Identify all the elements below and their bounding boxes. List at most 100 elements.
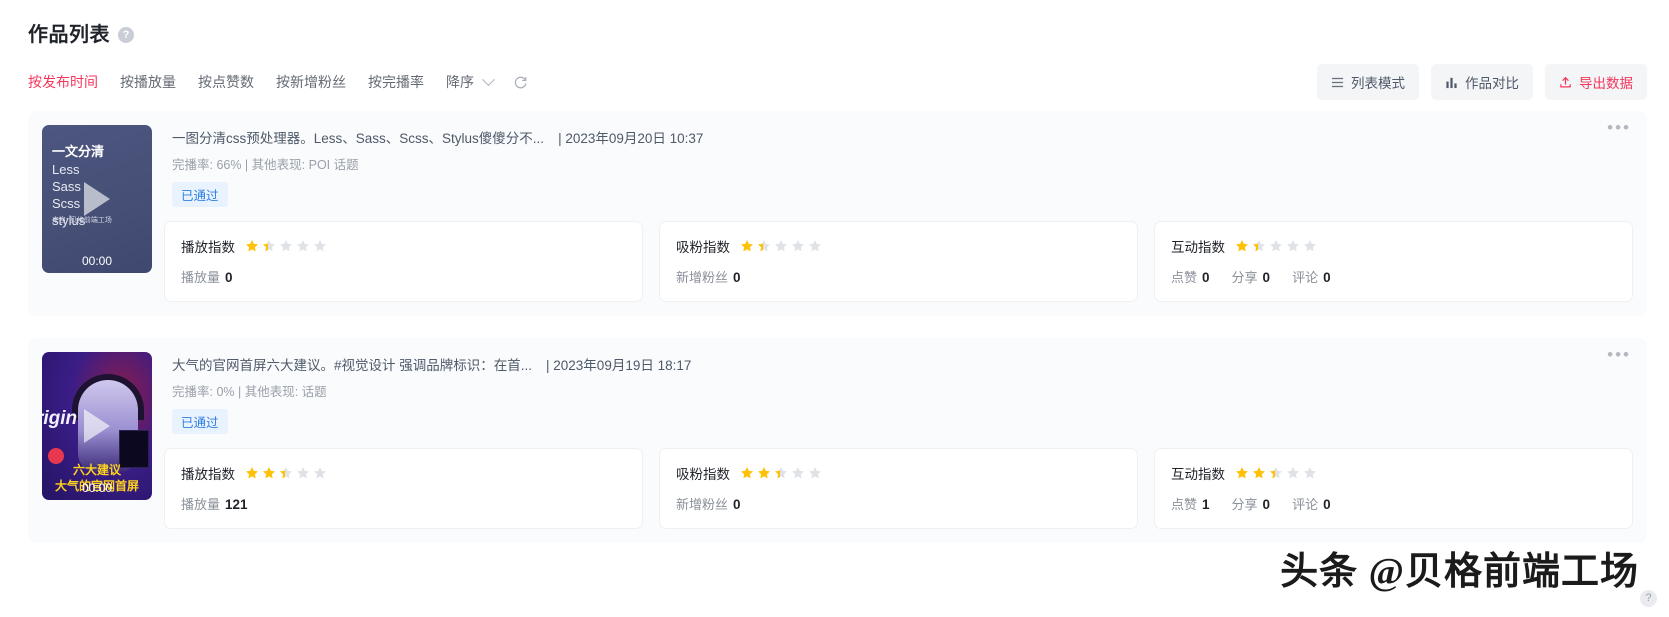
metric-value-number: 0 <box>1202 270 1210 285</box>
metric-label: 播放指数 <box>181 240 235 255</box>
star-icon <box>313 466 327 480</box>
thumbnail-caption-1: 六大建议 <box>72 463 121 477</box>
sort-order-dropdown[interactable]: 降序 <box>446 72 495 92</box>
star-icon <box>262 239 276 253</box>
upload-icon <box>1559 76 1572 89</box>
more-options-icon[interactable]: ••• <box>1607 346 1631 363</box>
metric-values: 点赞 1 分享 0 评论 0 <box>1171 494 1616 513</box>
metric-label: 播放指数 <box>181 467 235 482</box>
metric-header: 吸粉指数 <box>676 463 1121 483</box>
metric-value: 点赞 0 <box>1171 267 1210 286</box>
star-icon <box>245 239 259 253</box>
metric-panel: 互动指数 点赞 1 分享 0 评论 0 <box>1154 448 1633 529</box>
star-icon <box>245 466 259 480</box>
metric-value-number: 0 <box>733 270 741 285</box>
star-icon <box>774 466 788 480</box>
filter-tab-4[interactable]: 按完播率 <box>368 72 424 92</box>
refresh-button[interactable] <box>513 75 528 90</box>
star-icon <box>740 239 754 253</box>
star-icon <box>1286 239 1300 253</box>
metric-panel: 吸粉指数 新增粉丝 0 <box>659 448 1138 529</box>
filter-tab-3[interactable]: 按新增粉丝 <box>276 72 346 92</box>
more-options-icon[interactable]: ••• <box>1607 119 1631 136</box>
toolbar: 按发布时间 按播放量 按点赞数 按新增粉丝 按完播率 降序 列表模式 作品对比 … <box>0 59 1669 105</box>
star-icon <box>262 466 276 480</box>
export-data-button[interactable]: 导出数据 <box>1545 64 1647 100</box>
metric-value: 新增粉丝 0 <box>676 494 741 513</box>
metric-value: 分享 0 <box>1232 494 1271 513</box>
filter-tab-1[interactable]: 按播放量 <box>120 72 176 92</box>
metric-value-number: 0 <box>1323 270 1331 285</box>
metric-value: 分享 0 <box>1232 267 1271 286</box>
toolbar-actions: 列表模式 作品对比 导出数据 <box>1317 64 1647 100</box>
rating-stars <box>245 466 327 480</box>
video-thumbnail[interactable]: rigin 六大建议 大气的官网首屏 00:00 <box>42 352 152 500</box>
thumbnail-source: 来自: 贝格前端工场 <box>52 217 112 224</box>
refresh-icon <box>513 75 528 90</box>
metric-panel: 播放指数 播放量 0 <box>164 221 643 302</box>
list-mode-label: 列表模式 <box>1351 76 1405 91</box>
rating-stars <box>740 239 822 253</box>
metric-value-label: 播放量 <box>181 497 221 512</box>
star-icon <box>1286 466 1300 480</box>
star-icon <box>1303 466 1317 480</box>
page-title: 作品列表 <box>28 24 110 46</box>
rating-stars <box>740 466 822 480</box>
metric-header: 互动指数 <box>1171 463 1616 483</box>
star-icon <box>774 239 788 253</box>
metric-value-number: 1 <box>1202 497 1210 512</box>
star-icon <box>1252 239 1266 253</box>
star-icon <box>740 466 754 480</box>
metric-values: 新增粉丝 0 <box>676 267 1121 286</box>
star-icon <box>313 239 327 253</box>
sort-order-label: 降序 <box>446 74 474 90</box>
metric-values: 点赞 0 分享 0 评论 0 <box>1171 267 1616 286</box>
star-icon <box>808 239 822 253</box>
work-title[interactable]: 一图分清css预处理器。Less、Sass、Scss、Stylus傻傻分不... <box>172 127 544 147</box>
metric-values: 播放量 121 <box>181 494 626 513</box>
metric-values: 播放量 0 <box>181 267 626 286</box>
metric-value: 播放量 0 <box>181 267 233 286</box>
video-thumbnail[interactable]: 一文分清 Less Sass Scss stylus 来自: 贝格前端工场 00:00 <box>42 125 152 273</box>
star-icon <box>1269 239 1283 253</box>
metric-value-label: 新增粉丝 <box>676 270 729 285</box>
metric-label: 互动指数 <box>1171 240 1225 255</box>
star-icon <box>1235 466 1249 480</box>
play-icon <box>84 182 110 216</box>
work-meta-row: 一图分清css预处理器。Less、Sass、Scss、Stylus傻傻分不...… <box>164 125 1633 147</box>
metric-panel: 播放指数 播放量 121 <box>164 448 643 529</box>
status-badge: 已通过 <box>172 182 228 207</box>
star-icon <box>296 239 310 253</box>
star-icon <box>1269 466 1283 480</box>
watermark-text: 头条 @贝格前端工场 <box>1280 551 1639 593</box>
export-data-label: 导出数据 <box>1579 76 1633 91</box>
work-card: 一文分清 Less Sass Scss stylus 来自: 贝格前端工场 00:00… <box>28 111 1647 316</box>
metric-header: 吸粉指数 <box>676 236 1121 256</box>
work-title[interactable]: 大气的官网首屏六大建议。#视觉设计 强调品牌标识：在首... <box>172 354 532 374</box>
help-fab-icon[interactable]: ? <box>1640 590 1657 607</box>
filter-tab-0[interactable]: 按发布时间 <box>28 72 98 92</box>
work-subinfo: 完播率: 0% | 其他表现: 话题 <box>172 385 327 399</box>
metric-value-number: 0 <box>1323 497 1331 512</box>
metric-panel: 吸粉指数 新增粉丝 0 <box>659 221 1138 302</box>
list-mode-button[interactable]: 列表模式 <box>1317 64 1419 100</box>
filter-tab-2[interactable]: 按点赞数 <box>198 72 254 92</box>
work-date: | 2023年09月19日 18:17 <box>546 358 692 373</box>
bar-chart-icon <box>1445 76 1458 89</box>
metric-value: 播放量 121 <box>181 494 248 513</box>
star-icon <box>791 466 805 480</box>
rating-stars <box>1235 239 1317 253</box>
metric-value: 评论 0 <box>1292 494 1331 513</box>
compare-works-button[interactable]: 作品对比 <box>1431 64 1533 100</box>
metric-value-label: 新增粉丝 <box>676 497 729 512</box>
help-circle-icon[interactable]: ? <box>118 26 134 43</box>
works-list: 一文分清 Less Sass Scss stylus 来自: 贝格前端工场 00:00… <box>0 105 1669 543</box>
metric-header: 互动指数 <box>1171 236 1616 256</box>
metric-value-number: 0 <box>1262 270 1271 285</box>
metric-label: 吸粉指数 <box>676 467 730 482</box>
metric-value-number: 0 <box>225 270 233 285</box>
metric-label: 互动指数 <box>1171 467 1225 482</box>
filter-tabs: 按发布时间 按播放量 按点赞数 按新增粉丝 按完播率 <box>28 72 424 92</box>
star-icon <box>1252 466 1266 480</box>
metric-value-number: 0 <box>733 497 741 512</box>
